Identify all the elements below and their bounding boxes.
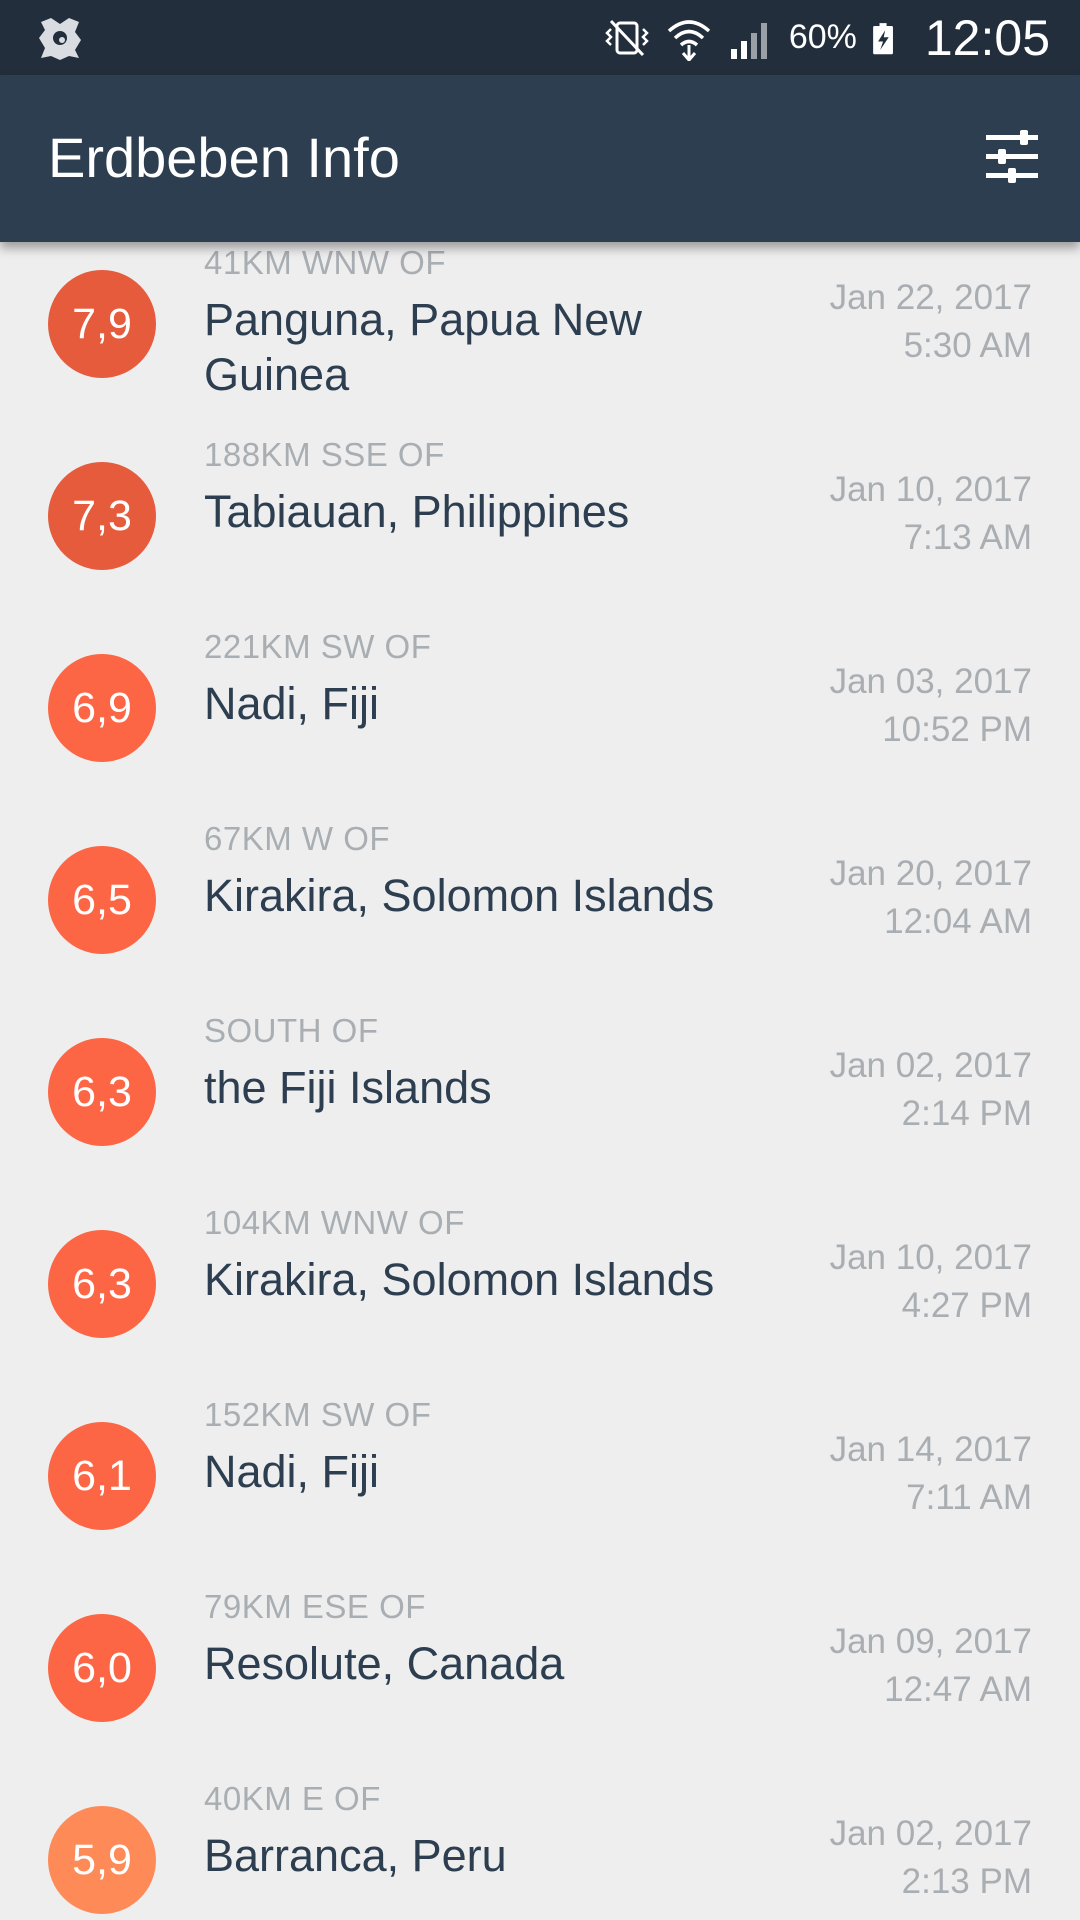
battery-charging-icon — [873, 22, 893, 54]
location-name: Tabiauan, Philippines — [204, 486, 630, 537]
filter-sliders-icon[interactable] — [982, 127, 1042, 187]
location-offset: 221KM SW OF — [204, 628, 432, 665]
app-bar: Erdbeben Info — [0, 75, 1080, 242]
quake-date: Jan 03, 2017 — [829, 662, 1032, 701]
location-name: Panguna, Papua New Guinea — [204, 294, 642, 400]
quake-time: 12:04 AM — [884, 902, 1032, 941]
magnitude-badge: 6,3 — [48, 1038, 156, 1146]
location-name: Kirakira, Solomon Islands — [204, 1254, 715, 1305]
location-offset: 41KM WNW OF — [204, 244, 446, 281]
location-offset: 152KM SW OF — [204, 1396, 432, 1433]
earthquake-list[interactable]: 7,9 41KM WNW OF Panguna, Papua New Guinea J… — [0, 242, 1080, 1920]
status-clock: 12:05 — [924, 9, 1050, 66]
quake-time: 7:13 AM — [903, 518, 1032, 557]
quake-time: 2:14 PM — [901, 1094, 1032, 1133]
location-name: Nadi, Fiji — [204, 1446, 380, 1497]
magnitude-badge: 6,5 — [48, 846, 156, 954]
quake-time: 2:13 PM — [901, 1862, 1032, 1901]
quake-date: Jan 10, 2017 — [829, 470, 1032, 509]
quake-date: Jan 20, 2017 — [829, 854, 1032, 893]
vibrate-mute-icon — [605, 19, 649, 56]
magnitude-badge: 6,9 — [48, 654, 156, 762]
earthquake-list-item[interactable]: 6,3 SOUTH OF the Fiji Islands Jan 02, 2017 2… — [0, 972, 1080, 1164]
quake-date: Jan 22, 2017 — [829, 278, 1032, 317]
earthquake-list-item[interactable]: 5,9 40KM E OF Barranca, Peru Jan 02, 2017 2:… — [0, 1740, 1080, 1920]
battery-percentage: 60% — [788, 18, 857, 56]
earthquake-list-item[interactable]: 6,0 79KM ESE OF Resolute, Canada Jan 09, 20… — [0, 1548, 1080, 1740]
app-notification-icon — [39, 18, 81, 60]
quake-time: 4:27 PM — [901, 1286, 1032, 1325]
location-name: Resolute, Canada — [204, 1638, 565, 1689]
earthquake-list-item[interactable]: 6,5 67KM W OF Kirakira, Solomon Islands Jan… — [0, 780, 1080, 972]
magnitude-badge: 6,1 — [48, 1422, 156, 1530]
location-offset: 67KM W OF — [204, 820, 391, 857]
location-offset: SOUTH OF — [204, 1012, 379, 1049]
quake-time: 12:47 AM — [884, 1670, 1032, 1709]
location-name: Barranca, Peru — [204, 1830, 507, 1881]
location-offset: 104KM WNW OF — [204, 1204, 465, 1241]
quake-date: Jan 09, 2017 — [829, 1622, 1032, 1661]
magnitude-badge: 7,9 — [48, 270, 156, 378]
quake-date: Jan 14, 2017 — [829, 1430, 1032, 1469]
status-bar: 60% 12:05 — [0, 0, 1080, 75]
quake-time: 10:52 PM — [882, 710, 1032, 749]
wifi-icon — [667, 19, 710, 61]
magnitude-badge: 6,0 — [48, 1614, 156, 1722]
magnitude-badge: 6,3 — [48, 1230, 156, 1338]
earthquake-list-item[interactable]: 6,9 221KM SW OF Nadi, Fiji Jan 03, 2017 10:5… — [0, 588, 1080, 780]
quake-date: Jan 02, 2017 — [829, 1814, 1032, 1853]
location-offset: 79KM ESE OF — [204, 1588, 426, 1625]
earthquake-list-item[interactable]: 6,1 152KM SW OF Nadi, Fiji Jan 14, 2017 7:11… — [0, 1356, 1080, 1548]
magnitude-badge: 5,9 — [48, 1806, 156, 1914]
app-title: Erdbeben Info — [48, 126, 400, 189]
quake-date: Jan 02, 2017 — [829, 1046, 1032, 1085]
location-name: Nadi, Fiji — [204, 678, 380, 729]
location-offset: 40KM E OF — [204, 1780, 381, 1817]
location-offset: 188KM SSE OF — [204, 436, 445, 473]
quake-date: Jan 10, 2017 — [829, 1238, 1032, 1277]
location-name: the Fiji Islands — [204, 1062, 492, 1113]
signal-icon — [730, 22, 767, 59]
quake-time: 5:30 AM — [903, 326, 1032, 365]
location-name: Kirakira, Solomon Islands — [204, 870, 715, 921]
earthquake-list-item[interactable]: 6,3 104KM WNW OF Kirakira, Solomon Islands… — [0, 1164, 1080, 1356]
earthquake-list-item[interactable]: 7,9 41KM WNW OF Panguna, Papua New Guinea J… — [0, 242, 1080, 400]
earthquake-list-item[interactable]: 7,3 188KM SSE OF Tabiauan, Philippines Jan … — [0, 396, 1080, 588]
magnitude-badge: 7,3 — [48, 462, 156, 570]
quake-time: 7:11 AM — [906, 1478, 1032, 1517]
